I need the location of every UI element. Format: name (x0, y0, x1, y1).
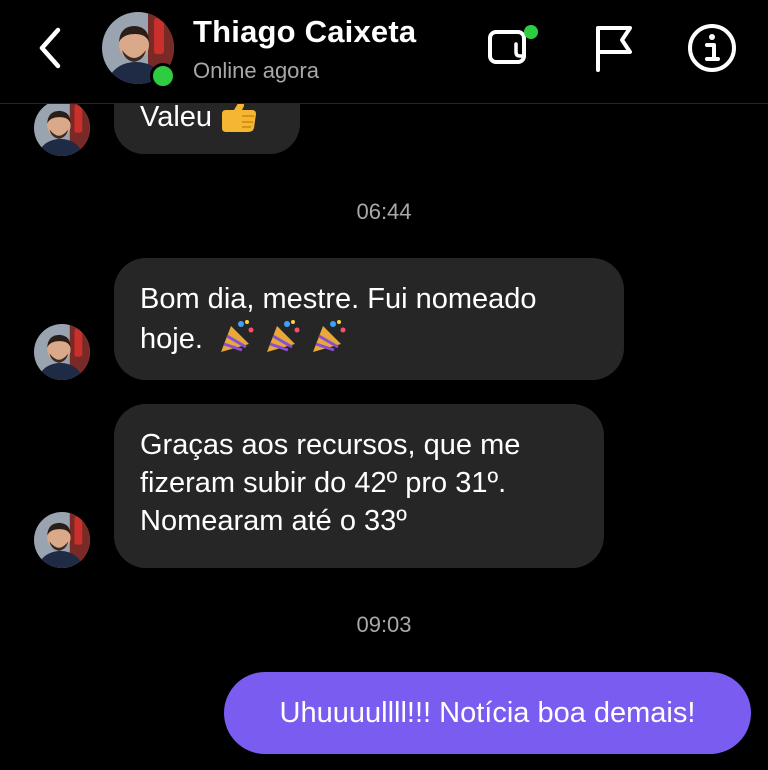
sender-avatar-image (34, 512, 90, 568)
contact-status: Online agora (193, 58, 319, 83)
party-popper-emoji (217, 318, 257, 366)
message-bubble-incoming[interactable]: Graças aos recursos, que me fizeram subi… (114, 404, 604, 568)
timestamp: 09:03 (356, 612, 412, 637)
timestamp: 06:44 (356, 199, 412, 224)
sender-avatar-image (34, 324, 90, 380)
message-text-line: Graças aos recursos, que me (140, 429, 521, 461)
info-button[interactable] (684, 20, 740, 76)
info-icon (688, 24, 736, 72)
message-text: Uhuuuullll!!! Notícia boa demais! (279, 697, 696, 729)
message-bubble-incoming[interactable]: Bom dia, mestre. Fui nomeado hoje. (114, 258, 624, 380)
message-text: hoje. (140, 323, 203, 355)
online-status-dot (150, 63, 176, 89)
back-chevron-icon (39, 27, 61, 69)
thumbs-up-emoji (218, 98, 258, 144)
chat-header: Thiago Caixeta Online agora (0, 0, 768, 104)
message-bubble-outgoing[interactable]: Uhuuuullll!!! Notícia boa demais! (224, 672, 751, 754)
report-button[interactable] (586, 20, 642, 76)
message-text-line: Nomearam até o 33º (140, 505, 407, 537)
message-text-line: Bom dia, mestre. Fui nomeado (140, 283, 537, 315)
sender-avatar-image (34, 100, 90, 156)
video-call-button[interactable] (486, 20, 542, 76)
sender-avatar[interactable] (34, 512, 90, 568)
flag-icon (596, 26, 632, 72)
sender-avatar[interactable] (34, 100, 90, 156)
message-text-line: hoje. (140, 318, 604, 366)
message-text-line: fizeram subir do 42º pro 31º. (140, 467, 507, 499)
back-button[interactable] (30, 24, 70, 72)
sender-avatar[interactable] (34, 324, 90, 380)
party-popper-emoji (309, 318, 349, 366)
party-popper-emoji (263, 318, 303, 366)
video-call-icon (488, 25, 538, 64)
contact-name[interactable]: Thiago Caixeta (193, 14, 416, 50)
message-text: Valeu (140, 101, 213, 133)
